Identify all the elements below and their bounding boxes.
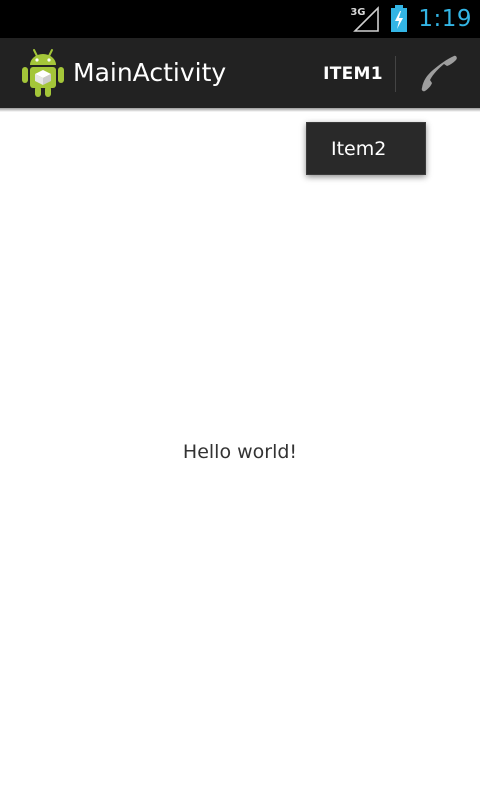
overflow-menu: Item2 — [306, 122, 426, 175]
call-button[interactable] — [404, 38, 474, 108]
action-bar-shadow — [0, 108, 480, 112]
android-icon[interactable] — [20, 48, 66, 98]
battery-icon — [388, 4, 410, 34]
action-bar: MainActivity ITEM1 — [0, 38, 480, 108]
menu-item-item2[interactable]: Item2 — [331, 123, 386, 174]
network-type-label: 3G — [350, 7, 366, 18]
item1-action-button[interactable]: ITEM1 — [318, 38, 388, 108]
action-divider — [395, 56, 396, 92]
hello-text: Hello world! — [182, 441, 298, 463]
status-icons: 3G 1:19 — [350, 0, 472, 38]
signal-icon: 3G — [350, 4, 382, 34]
phone-icon — [421, 55, 457, 92]
clock: 1:19 — [418, 6, 472, 32]
app-title: MainActivity — [73, 58, 227, 87]
status-bar: 3G 1:19 — [0, 0, 480, 38]
